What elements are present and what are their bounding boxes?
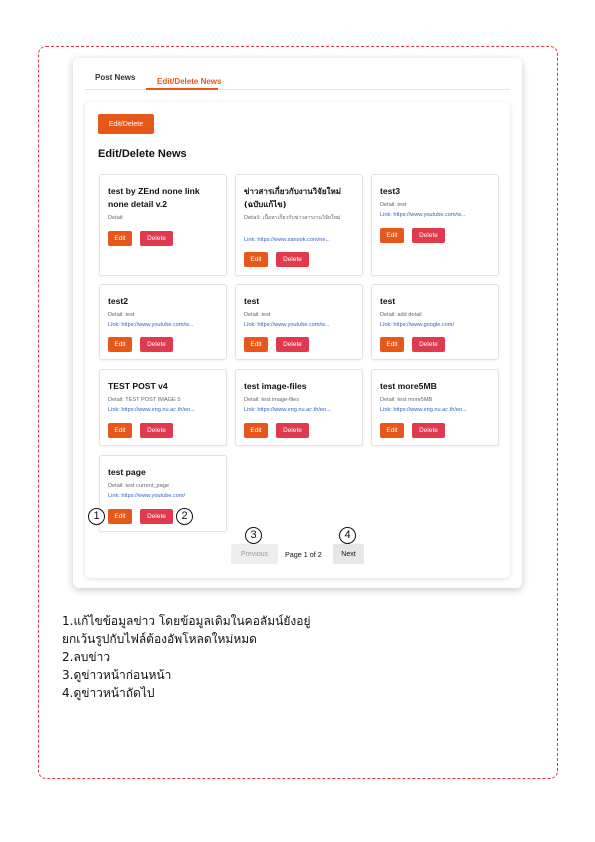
news-card-title: test image-files <box>244 381 307 391</box>
instruction-line: 1.แก้ไขข้อมูลข่าว โดยข้อมูลเดิมในคอลัมน์… <box>62 614 311 628</box>
news-card-title: test <box>380 296 396 306</box>
next-button[interactable]: Next <box>333 544 364 564</box>
tab-post-news[interactable]: Post News <box>95 73 135 82</box>
edit-button[interactable]: Edit <box>244 423 268 438</box>
news-card-detail: Detail: test <box>380 202 407 208</box>
news-card-title: test more5MB <box>380 381 437 391</box>
edit-button[interactable]: Edit <box>108 509 132 524</box>
news-card-link[interactable]: Link: https://www.youtube.com/w... <box>244 322 356 328</box>
instruction-line: 2.ลบข่าว <box>62 650 111 664</box>
instruction-line: ยกเว้นรูปกับไฟล์ต้องอัพโหลดใหม่หมด <box>62 632 257 646</box>
section-title: Edit/Delete News <box>98 148 187 160</box>
news-card-detail: Detail: add detail <box>380 312 422 318</box>
news-card: ข่าวสารเกี่ยวกับงานวิจัยใหม่ (ฉบับแก้ไข)… <box>235 174 363 276</box>
news-card-detail: Detail: test image-files <box>244 397 300 403</box>
edit-delete-panel: Edit/Delete Edit/Delete News test by ZEn… <box>85 102 510 578</box>
news-card: test more5MB Detail: test more5MB Link: … <box>371 369 499 446</box>
news-card-link[interactable]: Link: https://www.youtube.com/w... <box>108 322 220 328</box>
instruction-line: 3.ดูข่าวหน้าก่อนหน้า <box>62 668 172 682</box>
page-indicator: Page 1 of 2 <box>285 550 322 559</box>
news-card-title: test3 <box>380 186 401 196</box>
instructions-text: 1.แก้ไขข้อมูลข่าว โดยข้อมูลเดิมในคอลัมน์… <box>62 612 311 702</box>
delete-button[interactable]: Delete <box>412 228 445 243</box>
edit-button[interactable]: Edit <box>108 337 132 352</box>
news-card-link[interactable]: Link: https://www.youtube.com/ <box>108 493 220 499</box>
news-card: test Detail: add detail Link: https://ww… <box>371 284 499 360</box>
news-card: test by ZEnd none link none detail v.2 D… <box>99 174 227 276</box>
callout-3: 3 <box>245 527 262 544</box>
news-card-title: ข่าวสารเกี่ยวกับงานวิจัยใหม่ (ฉบับแก้ไข) <box>244 187 341 209</box>
instruction-line: 4.ดูข่าวหน้าถัดไป <box>62 686 155 700</box>
callout-2: 2 <box>176 508 193 525</box>
news-card-link[interactable]: Link: https://www.eng.nu.ac.th/en... <box>108 407 220 413</box>
news-card-title: test by ZEnd none link none detail v.2 <box>108 186 200 209</box>
news-card: test2 Detail: test Link: https://www.you… <box>99 284 227 360</box>
delete-button[interactable]: Delete <box>276 423 309 438</box>
delete-button[interactable]: Delete <box>412 337 445 352</box>
edit-button[interactable]: Edit <box>108 231 132 246</box>
news-card: test3 Detail: test Link: https://www.you… <box>371 174 499 276</box>
news-card-link[interactable]: Link: https://www.google.com/ <box>380 322 492 328</box>
edit-delete-button[interactable]: Edit/Delete <box>98 114 154 134</box>
news-card: test page Detail: test current_page Link… <box>99 455 227 532</box>
active-tab-underline <box>146 88 218 90</box>
news-card-detail: Detail: TEST POST IMAGE 5 <box>108 397 181 403</box>
delete-button[interactable]: Delete <box>140 337 173 352</box>
edit-button[interactable]: Edit <box>244 337 268 352</box>
edit-button[interactable]: Edit <box>380 423 404 438</box>
edit-button[interactable]: Edit <box>380 228 404 243</box>
news-card-detail: Detail: test more5MB <box>380 397 433 403</box>
news-card-detail: Detail: test <box>108 312 135 318</box>
delete-button[interactable]: Delete <box>140 231 173 246</box>
news-card-title: test page <box>108 467 146 477</box>
news-card: TEST POST v4 Detail: TEST POST IMAGE 5 L… <box>99 369 227 446</box>
news-card-link[interactable]: Link: https://www.eng.nu.ac.th/en... <box>244 407 356 413</box>
news-card-detail: Detail: test current_page <box>108 483 169 489</box>
news-card-detail: Detail: test <box>244 312 271 318</box>
edit-button[interactable]: Edit <box>380 337 404 352</box>
news-card: test Detail: test Link: https://www.yout… <box>235 284 363 360</box>
delete-button[interactable]: Delete <box>276 337 309 352</box>
delete-button[interactable]: Delete <box>140 509 173 524</box>
news-card-title: TEST POST v4 <box>108 381 168 391</box>
news-card-link[interactable]: Link: https://www.eng.nu.ac.th/en... <box>380 407 492 413</box>
pagination: Previous Page 1 of 2 Next <box>231 544 371 564</box>
news-card-link[interactable]: Link: https://www.youtube.com/w... <box>380 212 492 218</box>
delete-button[interactable]: Delete <box>140 423 173 438</box>
callout-4: 4 <box>339 527 356 544</box>
news-card-link[interactable]: Link: https://www.sanook.com/ne... <box>244 237 356 243</box>
delete-button[interactable]: Delete <box>412 423 445 438</box>
edit-button[interactable]: Edit <box>244 252 268 267</box>
delete-button[interactable]: Delete <box>276 252 309 267</box>
news-card-title: test2 <box>108 296 129 306</box>
news-card-detail: Detail: <box>108 215 124 221</box>
news-card-detail: Detail: เนื้อหาเกี่ยวกับข่าวสารงานวิจัยใ… <box>244 215 341 221</box>
callout-1: 1 <box>88 508 105 525</box>
edit-button[interactable]: Edit <box>108 423 132 438</box>
news-card-title: test <box>244 296 260 306</box>
tab-bar: Post News Edit/Delete News <box>85 66 510 90</box>
news-card: test image-files Detail: test image-file… <box>235 369 363 446</box>
app-window: Post News Edit/Delete News Edit/Delete E… <box>73 58 522 588</box>
previous-button[interactable]: Previous <box>231 544 278 564</box>
